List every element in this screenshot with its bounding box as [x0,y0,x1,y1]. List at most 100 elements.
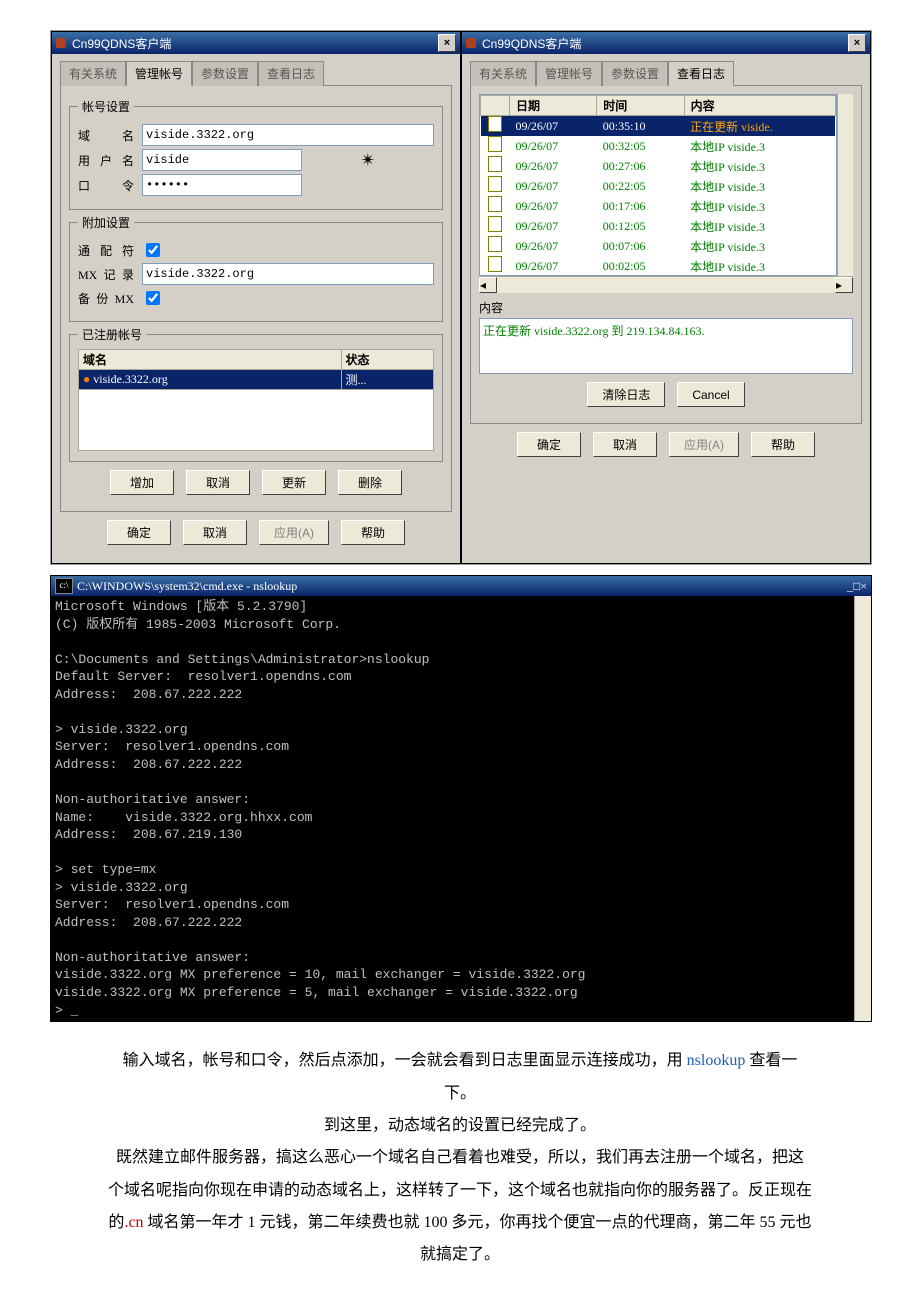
titlebar-cmd-title: C:\WINDOWS\system32\cmd.exe - nslookup [77,579,847,594]
window-left-cn99qdns: Cn99QDNS客户端 × 有关系统 管理帐号 参数设置 查看日志 帐号设置 域… [51,31,461,564]
titlebar-cmd[interactable]: c:\ C:\WINDOWS\system32\cmd.exe - nslook… [51,576,871,596]
tab-left-0[interactable]: 有关系统 [60,61,126,86]
ok-button-right[interactable]: 确定 [517,432,581,457]
table-row[interactable]: 09/26/0700:02:05本地IP viside.3 [481,256,836,276]
tab-right-3[interactable]: 查看日志 [668,61,734,86]
scrollbar-horizontal[interactable]: ◂ ▸ [479,276,853,293]
article-line: 到这里，动态域名的设置已经完成了。 [50,1111,870,1141]
tab-right-2[interactable]: 参数设置 [602,61,668,86]
document-icon [488,196,502,212]
help-button-right[interactable]: 帮助 [751,432,815,457]
checkbox-wildcard[interactable] [146,243,160,257]
cell-time: 00:32:05 [597,136,684,156]
document-icon [488,156,502,172]
article-line: 下。 [50,1079,870,1109]
cancel-mid-right-button[interactable]: Cancel [677,382,744,407]
article-text: 的 [108,1214,124,1231]
table-row[interactable]: 09/26/0700:22:05本地IP viside.3 [481,176,836,196]
detail-box: 正在更新 viside.3322.org 到 219.134.84.163. [479,318,853,374]
update-button[interactable]: 更新 [262,470,326,495]
clear-log-button[interactable]: 清除日志 [587,382,665,407]
cancel-button-right[interactable]: 取消 [593,432,657,457]
th-domain[interactable]: 域名 [79,350,342,370]
cell-time: 00:12:05 [597,216,684,236]
delete-button[interactable]: 删除 [338,470,402,495]
tab-right-0[interactable]: 有关系统 [470,61,536,86]
app-icon [56,38,66,48]
document-icon [488,136,502,152]
article-line: 个域名呢指向你现在申请的动态域名上，这样转了一下，这个域名也就指向你的服务器了。… [50,1176,870,1206]
input-user[interactable] [142,149,302,171]
th-date[interactable]: 日期 [510,96,597,116]
network-icon: ✴ [302,150,434,171]
cell-content: 本地IP viside.3 [684,196,835,216]
table-row[interactable]: 09/26/0700:35:10正在更新 viside. [481,116,836,137]
cell-time: 00:17:06 [597,196,684,216]
tab-left-1[interactable]: 管理帐号 [126,61,192,86]
cell-content: 本地IP viside.3 [684,176,835,196]
cell-content: 本地IP viside.3 [684,256,835,276]
document-icon [488,236,502,252]
document-icon [488,256,502,272]
cell-content: 本地IP viside.3 [684,136,835,156]
btnrow-bottom-left: 确定 取消 应用(A) 帮助 [52,520,460,555]
tabbar-left: 有关系统 管理帐号 参数设置 查看日志 [52,54,460,85]
maximize-icon[interactable]: □ [853,579,860,594]
table-registered[interactable]: 域名 状态 ● viside.3322.org 测... [78,349,434,390]
apply-button-right[interactable]: 应用(A) [669,432,739,457]
close-icon[interactable]: × [860,579,867,594]
tab-right-1[interactable]: 管理帐号 [536,61,602,86]
app-icon [466,38,476,48]
screenshot-composite: Cn99QDNS客户端 × 有关系统 管理帐号 参数设置 查看日志 帐号设置 域… [50,30,872,565]
table-row[interactable]: 09/26/0700:27:06本地IP viside.3 [481,156,836,176]
cell-date: 09/26/07 [510,156,597,176]
input-pass[interactable] [142,174,302,196]
label-user: 用户名 [78,152,134,169]
th-icon [481,96,510,116]
cell-date: 09/26/07 [510,176,597,196]
table-row[interactable]: 09/26/0700:07:06本地IP viside.3 [481,236,836,256]
scrollbar-vertical[interactable] [837,94,853,276]
window-cmd: c:\ C:\WINDOWS\system32\cmd.exe - nslook… [50,575,872,1022]
cancel-mid-button[interactable]: 取消 [186,470,250,495]
th-time[interactable]: 时间 [597,96,684,116]
apply-button-left[interactable]: 应用(A) [259,520,329,545]
tab-left-2[interactable]: 参数设置 [192,61,258,86]
table-row[interactable]: ● viside.3322.org 测... [79,370,434,390]
checkbox-backup-mx[interactable] [146,291,160,305]
close-icon[interactable]: × [438,34,456,52]
cmd-body[interactable]: Microsoft Windows [版本 5.2.3790] (C) 版权所有… [51,596,871,1021]
scroll-left-icon[interactable]: ◂ [479,277,497,293]
close-icon[interactable]: × [848,34,866,52]
input-domain[interactable] [142,124,434,146]
fieldset-registered: 已注册帐号 域名 状态 ● viside.3322.org 测... [69,326,443,462]
titlebar-right[interactable]: Cn99QDNS客户端 × [462,32,870,54]
article-line: 既然建立邮件服务器，搞这么恶心一个域名自己看着也难受，所以，我们再去注册一个域名… [50,1143,870,1173]
titlebar-left[interactable]: Cn99QDNS客户端 × [52,32,460,54]
ok-button-left[interactable]: 确定 [107,520,171,545]
cell-date: 09/26/07 [510,116,597,137]
tab-left-3[interactable]: 查看日志 [258,61,324,86]
row-icon: ● [83,372,90,386]
table-row[interactable]: 09/26/0700:32:05本地IP viside.3 [481,136,836,156]
th-content[interactable]: 内容 [684,96,835,116]
table-empty-area [78,390,434,451]
th-status[interactable]: 状态 [341,350,434,370]
table-row[interactable]: 09/26/0700:17:06本地IP viside.3 [481,196,836,216]
article-text: 输入域名，帐号和口令，然后点添加，一会就会看到日志里面显示连接成功，用 [123,1052,687,1069]
document-icon [488,216,502,232]
input-mx[interactable] [142,263,434,285]
cancel-button-left[interactable]: 取消 [183,520,247,545]
row-status: 测... [341,370,434,390]
cell-content: 正在更新 viside. [684,116,835,137]
add-button[interactable]: 增加 [110,470,174,495]
scrollbar-vertical[interactable] [854,596,871,1021]
cmd-icon: c:\ [55,578,73,594]
cell-date: 09/26/07 [510,196,597,216]
help-button-left[interactable]: 帮助 [341,520,405,545]
log-table[interactable]: 日期 时间 内容 09/26/0700:35:10正在更新 viside.09/… [479,94,837,276]
table-row[interactable]: 09/26/0700:12:05本地IP viside.3 [481,216,836,236]
scroll-right-icon[interactable]: ▸ [835,277,853,293]
cell-time: 00:27:06 [597,156,684,176]
label-wildcard: 通配符 [78,242,134,259]
